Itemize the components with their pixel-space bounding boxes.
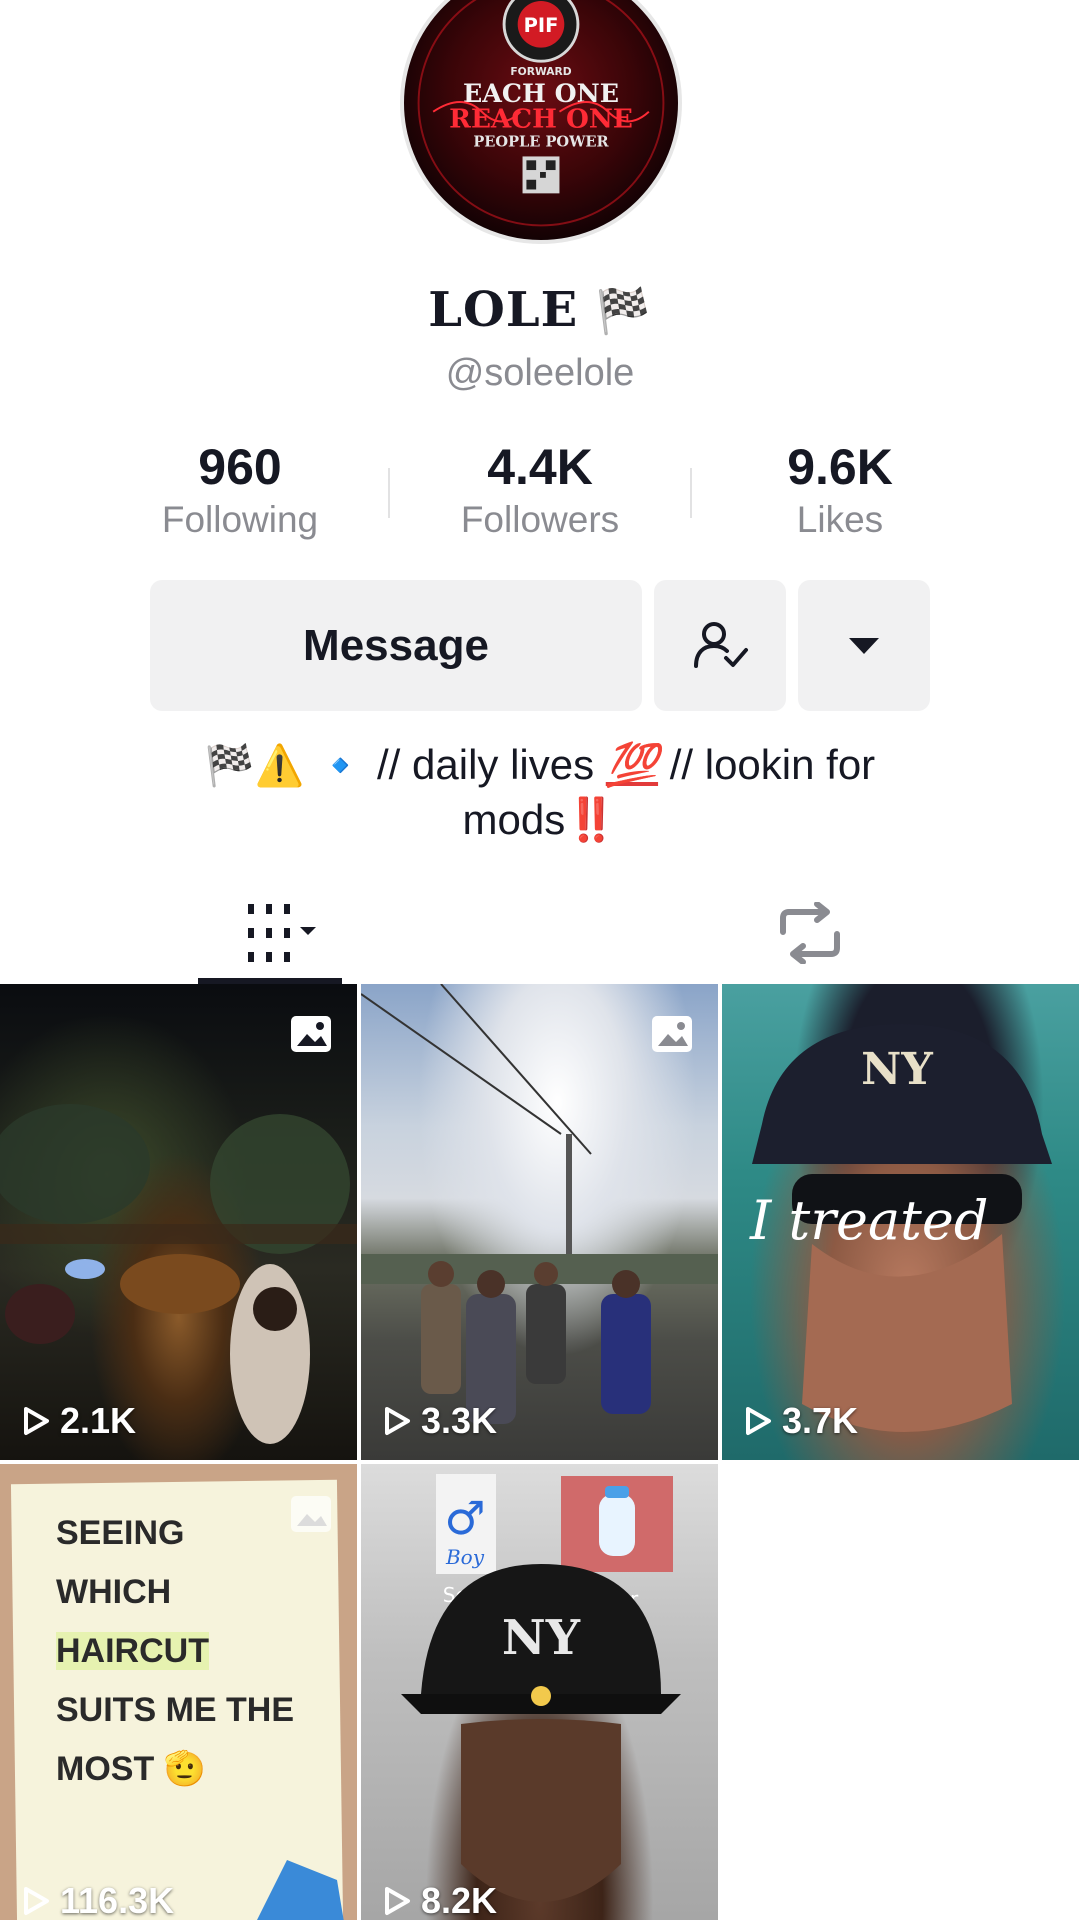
more-options-button[interactable]: [798, 580, 930, 711]
person-check-icon: [694, 621, 748, 668]
play-icon: [385, 1887, 410, 1915]
photo-icon: [291, 1016, 331, 1052]
repost-icon: [780, 901, 840, 964]
play-icon: [746, 1407, 771, 1435]
avatar-logo: PIF FORWARD EACH ONE REACH ONE PEOPLE PO…: [417, 0, 665, 227]
photo-icon: [652, 1016, 692, 1052]
bio-text: // daily lives: [365, 741, 606, 788]
svg-text:PIF: PIF: [524, 14, 559, 37]
followers-count: 4.4K: [487, 439, 593, 495]
stat-divider: [388, 468, 390, 518]
caption-line: MOST: [56, 1750, 155, 1788]
view-count-text: 116.3K: [60, 1880, 175, 1920]
play-icon: [24, 1887, 49, 1915]
video-thumbnail[interactable]: SEEING WHICH HAIRCUT SUITS ME THE MOST 🫡…: [0, 1464, 357, 1920]
followers-label: Followers: [460, 499, 620, 540]
video-thumbnail[interactable]: ♂ Boy Sex Year NY 8.2K: [361, 1464, 718, 1920]
profile-stats: 960 Following 4.4K Followers 9.6K Likes: [0, 438, 1080, 548]
video-thumbnail[interactable]: 3.3K: [361, 984, 718, 1460]
view-count: 3.7K: [744, 1400, 858, 1442]
following-label: Following: [161, 499, 319, 540]
stat-divider: [690, 468, 692, 518]
svg-text:FORWARD: FORWARD: [510, 65, 571, 78]
grid-columns-icon: [248, 903, 316, 962]
svg-text:♂: ♂: [444, 1491, 485, 1545]
profile-bio: 🏁⚠️ 🔹 // daily lives 💯 // lookin for mod…: [140, 738, 940, 847]
caption-line: WHICH: [56, 1573, 172, 1611]
tab-videos[interactable]: [198, 885, 342, 980]
display-name: LOLE 🏁: [0, 282, 1080, 338]
caret-down-icon: [849, 637, 879, 654]
caption-line: SEEING: [56, 1514, 185, 1552]
checkered-flag-icon: 🏁: [595, 286, 652, 337]
svg-text:Boy: Boy: [445, 1545, 485, 1569]
caption-line-highlight: HAIRCUT: [56, 1632, 209, 1670]
stat-followers[interactable]: 4.4K Followers: [410, 438, 670, 544]
view-count: 116.3K: [22, 1880, 174, 1920]
torn-paper-decoration: [257, 1860, 344, 1920]
bio-emojis: 🏁⚠️ 🔹: [204, 744, 366, 788]
play-icon: [385, 1407, 410, 1435]
svg-text:PEOPLE POWER: PEOPLE POWER: [473, 134, 609, 151]
street-group-image: [361, 984, 718, 1424]
view-count: 8.2K: [383, 1880, 497, 1920]
username-handle: @soleelole: [445, 352, 635, 394]
likes-label: Likes: [796, 499, 884, 540]
view-count-text: 3.3K: [421, 1400, 498, 1441]
video-thumbnail[interactable]: NY I treated 3.7K: [722, 984, 1079, 1460]
message-button[interactable]: Message: [150, 580, 642, 711]
profile-avatar[interactable]: PIF FORWARD EACH ONE REACH ONE PEOPLE PO…: [400, 0, 682, 244]
view-count-text: 3.7K: [782, 1400, 859, 1441]
profile-page: PIF FORWARD EACH ONE REACH ONE PEOPLE PO…: [0, 0, 1080, 1920]
view-count: 2.1K: [22, 1400, 136, 1442]
following-status-button[interactable]: [654, 580, 786, 711]
play-icon: [24, 1407, 49, 1435]
stat-following[interactable]: 960 Following: [110, 438, 370, 544]
following-count: 960: [198, 439, 282, 495]
svg-text:NY: NY: [861, 1044, 933, 1095]
svg-text:NY: NY: [502, 1610, 581, 1666]
video-overlay-text: I treated: [750, 1189, 989, 1252]
night-gathering-image: [0, 1104, 357, 1444]
caption-line: SUITS ME THE: [56, 1691, 295, 1729]
view-count: 3.3K: [383, 1400, 497, 1442]
thumbnail-caption: SEEING WHICH HAIRCUT SUITS ME THE MOST 🫡: [56, 1504, 336, 1799]
view-count-text: 8.2K: [421, 1880, 498, 1920]
hundred-emoji: 💯: [605, 741, 659, 788]
tab-reposts[interactable]: [740, 885, 880, 980]
likes-count: 9.6K: [787, 439, 893, 495]
display-name-text: LOLE: [428, 282, 579, 338]
video-thumbnail[interactable]: 2.1K: [0, 984, 357, 1460]
selfie-hoodie-image: ♂ Boy Sex Year NY: [401, 1474, 681, 1902]
caption-emoji: 🫡: [163, 1750, 207, 1788]
stat-likes[interactable]: 9.6K Likes: [710, 438, 970, 544]
double-exclamation-emoji: ‼️: [565, 796, 618, 843]
view-count-text: 2.1K: [60, 1400, 137, 1441]
